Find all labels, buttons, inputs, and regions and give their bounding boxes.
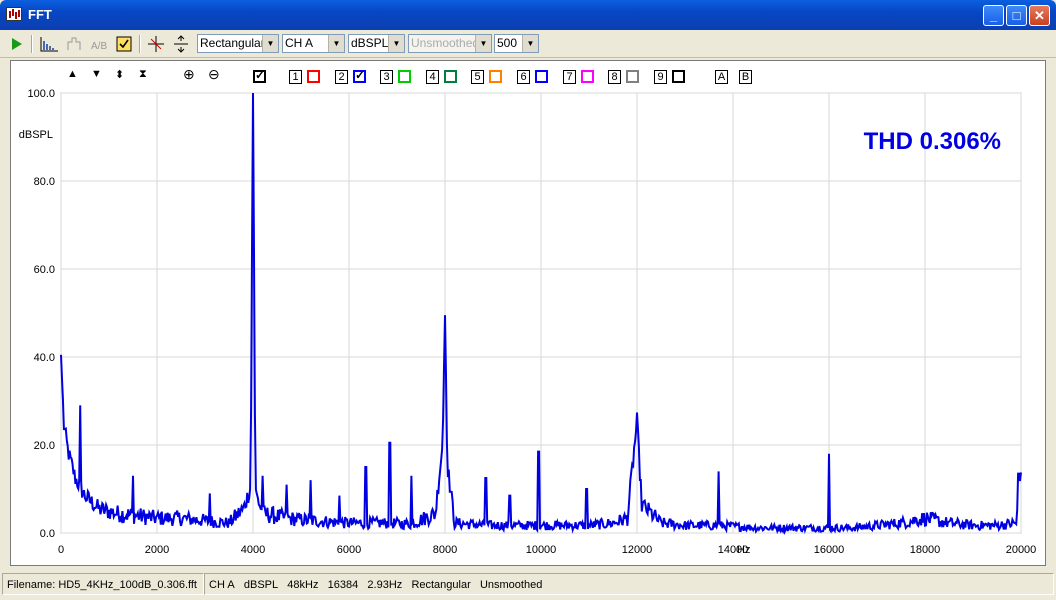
cursor-button[interactable] bbox=[145, 34, 167, 54]
chevron-down-icon: ▼ bbox=[262, 35, 278, 52]
x-tick-label: 2000 bbox=[145, 544, 169, 556]
play-icon bbox=[12, 38, 22, 50]
x-axis-label: Hz bbox=[737, 544, 750, 556]
graph-panel: 0 2000 4000 6000 8000 10000 12000 14000 16000 180… bbox=[10, 60, 1046, 566]
unit-value: dBSPL bbox=[351, 36, 389, 50]
status-filename: Filename: HD5_4KHz_100dB_0.306.fft bbox=[2, 573, 204, 595]
overlay-series-checkbox[interactable] bbox=[581, 70, 594, 83]
overlay-series-number: 4 bbox=[426, 70, 439, 84]
x-tick-label: 20000 bbox=[1006, 544, 1037, 556]
x-tick-label: 6000 bbox=[337, 544, 361, 556]
checklist-icon bbox=[116, 36, 132, 52]
x-tick-label: 8000 bbox=[433, 544, 457, 556]
scale-arrows-icon bbox=[174, 35, 188, 53]
overlay-series-checkbox[interactable] bbox=[353, 68, 366, 83]
smoothing-select[interactable]: Unsmoothed ▼ bbox=[408, 34, 492, 53]
overlay-series-number: 6 bbox=[517, 70, 530, 84]
chevron-down-icon: ▼ bbox=[522, 35, 538, 52]
y-axis-label: dBSPL bbox=[19, 129, 53, 141]
ab-compare-button[interactable]: A/B bbox=[89, 34, 111, 54]
close-button[interactable]: ✕ bbox=[1029, 5, 1050, 26]
toolbar-separator bbox=[31, 35, 33, 53]
chevron-down-icon: ▼ bbox=[475, 35, 491, 52]
window-title: FFT bbox=[28, 7, 52, 22]
bar-graph-icon bbox=[40, 37, 58, 52]
thd-annotation: THD 0.306% bbox=[864, 128, 1001, 155]
svg-text:A/B: A/B bbox=[91, 41, 107, 52]
fft-chart[interactable]: 0 2000 4000 6000 8000 10000 12000 14000 16000 180… bbox=[11, 61, 1045, 565]
unit-select[interactable]: dBSPL ▼ bbox=[348, 34, 405, 53]
toolbar-separator bbox=[139, 35, 141, 53]
y-tick-label: 80.0 bbox=[34, 176, 55, 188]
scale-button[interactable] bbox=[170, 34, 192, 54]
bins-select[interactable]: 500 ▼ bbox=[494, 34, 539, 53]
marker-a-button[interactable]: A bbox=[715, 70, 728, 84]
overlay-series-number: 9 bbox=[654, 70, 667, 84]
overlay-series-number: 7 bbox=[563, 70, 576, 84]
y-tick-label: 0.0 bbox=[40, 528, 55, 540]
status-window: Rectangular bbox=[411, 579, 471, 591]
bins-value: 500 bbox=[497, 36, 518, 50]
y-tick-label: 40.0 bbox=[34, 352, 55, 364]
peak-hold-button[interactable] bbox=[64, 34, 86, 54]
overlay-series-number: 3 bbox=[380, 70, 393, 84]
status-details: CH A dBSPL 48kHz 16384 2.93Hz Rectangula… bbox=[204, 573, 1054, 595]
collapse-icon[interactable]: ⧗ bbox=[139, 68, 147, 81]
zoom-out-icon[interactable]: ⊖ bbox=[208, 66, 220, 83]
main-series-checkbox[interactable] bbox=[253, 68, 266, 83]
maximize-button[interactable]: □ bbox=[1006, 5, 1027, 26]
status-smoothing: Unsmoothed bbox=[479, 579, 543, 591]
window-type-select[interactable]: Rectangular ▼ bbox=[197, 34, 279, 53]
x-tick-label: 16000 bbox=[814, 544, 845, 556]
marker-b-button[interactable]: B bbox=[739, 70, 752, 84]
overlay-series-checkbox[interactable] bbox=[535, 70, 548, 83]
x-tick-label: 4000 bbox=[241, 544, 265, 556]
overlay-series-checkbox[interactable] bbox=[398, 70, 411, 83]
status-unit: dBSPL bbox=[243, 579, 279, 591]
y-tick-label: 60.0 bbox=[34, 264, 55, 276]
x-tick-label: 10000 bbox=[526, 544, 557, 556]
overlay-series-checkbox[interactable] bbox=[626, 70, 639, 83]
toolbar: A/B Rectangular ▼ CH A ▼ dBSPL ▼ Unsmoothed… bbox=[0, 30, 1056, 81]
run-button[interactable] bbox=[8, 34, 26, 54]
status-channel: CH A bbox=[209, 579, 235, 591]
status-size: 16384 bbox=[327, 579, 359, 591]
down-arrow-icon[interactable]: ▼ bbox=[91, 68, 102, 80]
overlay-series-number: 8 bbox=[608, 70, 621, 84]
y-tick-label: 20.0 bbox=[34, 440, 55, 452]
overlay-series-number: 5 bbox=[471, 70, 484, 84]
x-tick-label: 0 bbox=[58, 544, 64, 556]
overlay-series-checkbox[interactable] bbox=[489, 70, 502, 83]
checklist-button[interactable] bbox=[114, 34, 134, 54]
minimize-button[interactable]: _ bbox=[983, 5, 1004, 26]
window-type-value: Rectangular bbox=[200, 36, 265, 50]
bar-graph-button[interactable] bbox=[37, 34, 61, 54]
expand-icon[interactable]: ⬍ bbox=[115, 68, 124, 81]
ab-icon: A/B bbox=[91, 41, 107, 52]
overlay-series-number: 1 bbox=[289, 70, 302, 84]
y-tick-label: 100.0 bbox=[27, 88, 55, 100]
zoom-in-icon[interactable]: ⊕ bbox=[183, 66, 195, 83]
app-icon bbox=[6, 7, 22, 21]
overlay-series-number: 2 bbox=[335, 70, 348, 84]
channel-value: CH A bbox=[285, 36, 314, 50]
title-bar: FFT _ □ ✕ bbox=[0, 0, 1056, 30]
status-rate: 48kHz bbox=[287, 579, 319, 591]
overlay-series-checkbox[interactable] bbox=[672, 70, 685, 83]
smoothing-value: Unsmoothed bbox=[411, 36, 480, 50]
up-arrow-icon[interactable]: ▲ bbox=[67, 68, 78, 80]
chevron-down-icon: ▼ bbox=[388, 35, 404, 52]
overlay-series-checkbox[interactable] bbox=[444, 70, 457, 83]
channel-select[interactable]: CH A ▼ bbox=[282, 34, 345, 53]
x-tick-label: 18000 bbox=[910, 544, 941, 556]
peak-icon bbox=[67, 37, 81, 50]
chevron-down-icon: ▼ bbox=[328, 35, 344, 52]
overlay-series-checkbox[interactable] bbox=[307, 70, 320, 83]
status-resolution: 2.93Hz bbox=[367, 579, 403, 591]
x-tick-label: 12000 bbox=[622, 544, 653, 556]
status-bar: Filename: HD5_4KHz_100dB_0.306.fft CH A … bbox=[0, 570, 1056, 600]
cursor-cross-icon bbox=[148, 36, 164, 52]
